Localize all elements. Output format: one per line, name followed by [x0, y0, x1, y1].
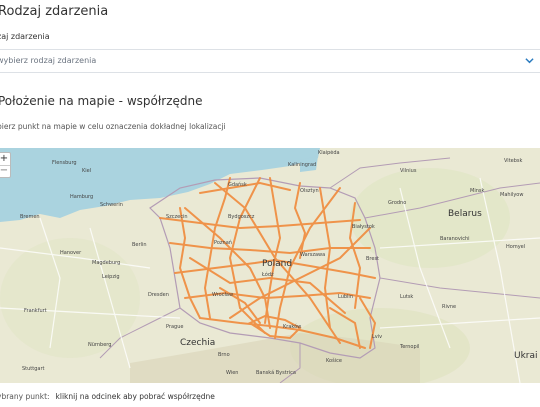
city-lutsk: Lutsk — [400, 294, 413, 300]
country-poland: Poland — [262, 259, 292, 269]
city-brno: Brno — [218, 352, 230, 358]
city-vilnius: Vilnius — [400, 168, 417, 174]
location-section-title: Położenie na mapie - współrzędne — [0, 94, 203, 108]
city-olsztyn: Olsztyn — [300, 188, 319, 194]
selected-point-status: ybrany punkt: kliknij na odcinek aby pobr… — [0, 392, 215, 401]
city-kosice: Košice — [326, 357, 342, 364]
city-rivne: Rivne — [442, 304, 456, 310]
city-hanover: Hanover — [60, 250, 82, 256]
country-czechia: Czechia — [180, 338, 215, 348]
city-szczecin: Szczecin — [166, 214, 188, 220]
city-banska-bystrica: Banská Bystrica — [256, 369, 296, 376]
city-minsk: Minsk — [470, 188, 484, 194]
city-wien: Wien — [226, 370, 238, 376]
event-type-placeholder: wybierz rodzaj zdarzenia — [0, 56, 97, 65]
city-klaipeda: Klaipėda — [318, 150, 340, 156]
city-bialystok: Białystok — [352, 224, 375, 230]
city-vitebsk: Vitebsk — [504, 158, 523, 164]
city-schwerin: Schwerin — [100, 202, 123, 208]
city-baranovichi: Baranovichi — [440, 236, 470, 242]
city-prague: Prague — [166, 324, 183, 330]
city-krakow: Kraków — [283, 323, 301, 330]
city-lublin: Lublin — [338, 294, 353, 300]
country-belarus: Belarus — [448, 209, 482, 219]
city-frankfurt: Frankfurt — [24, 308, 47, 314]
city-lviv: Lviv — [372, 334, 382, 340]
country-ukraine: Ukrai — [514, 351, 538, 361]
city-flensburg: Flensburg — [52, 160, 77, 166]
city-stuttgart: Stuttgart — [22, 366, 45, 372]
city-leipzig: Leipzig — [102, 274, 120, 280]
map-canvas[interactable]: Klaipėda Vilnius Kaliningrad Flensburg K… — [0, 148, 540, 383]
selected-point-value: kliknij na odcinek aby pobrać współrzędn… — [55, 392, 215, 401]
event-type-label: zaj zdarzenia — [0, 32, 50, 41]
location-hint: bierz punkt na mapie w celu oznaczenia d… — [0, 122, 226, 131]
city-grodno: Grodno — [388, 200, 406, 206]
city-kiel: Kiel — [82, 168, 91, 174]
city-wroclaw: Wrocław — [212, 292, 233, 298]
selected-point-label: ybrany punkt: — [0, 392, 50, 401]
city-hamburg: Hamburg — [70, 194, 93, 200]
city-homyel: Homyel — [506, 244, 525, 250]
chevron-down-icon — [525, 58, 534, 64]
city-brest: Brest — [366, 256, 379, 262]
city-dresden: Dresden — [148, 292, 169, 298]
city-lodz: Łódź — [261, 271, 274, 278]
form-title: Rodzaj zdarzenia — [0, 4, 109, 19]
city-kaliningrad: Kaliningrad — [288, 162, 316, 168]
city-warszawa: Warszawa — [300, 252, 325, 258]
city-poznan: Poznań — [214, 239, 232, 246]
city-magdeburg: Magdeburg — [92, 260, 120, 266]
city-bydgoszcz: Bydgoszcz — [228, 214, 255, 220]
city-berlin: Berlin — [132, 242, 147, 248]
city-gdansk: Gdańsk — [228, 181, 247, 188]
city-bremen: Bremen — [20, 214, 40, 220]
zoom-out-button[interactable]: − — [0, 165, 10, 177]
event-type-select[interactable]: wybierz rodzaj zdarzenia — [0, 49, 540, 73]
zoom-control: + − — [0, 152, 11, 178]
map-view[interactable]: Klaipėda Vilnius Kaliningrad Flensburg K… — [0, 148, 540, 383]
city-nurnberg: Nürnberg — [88, 342, 111, 348]
city-mahilyow: Mahilyow — [500, 192, 523, 198]
city-ternopil: Ternopil — [399, 344, 419, 350]
